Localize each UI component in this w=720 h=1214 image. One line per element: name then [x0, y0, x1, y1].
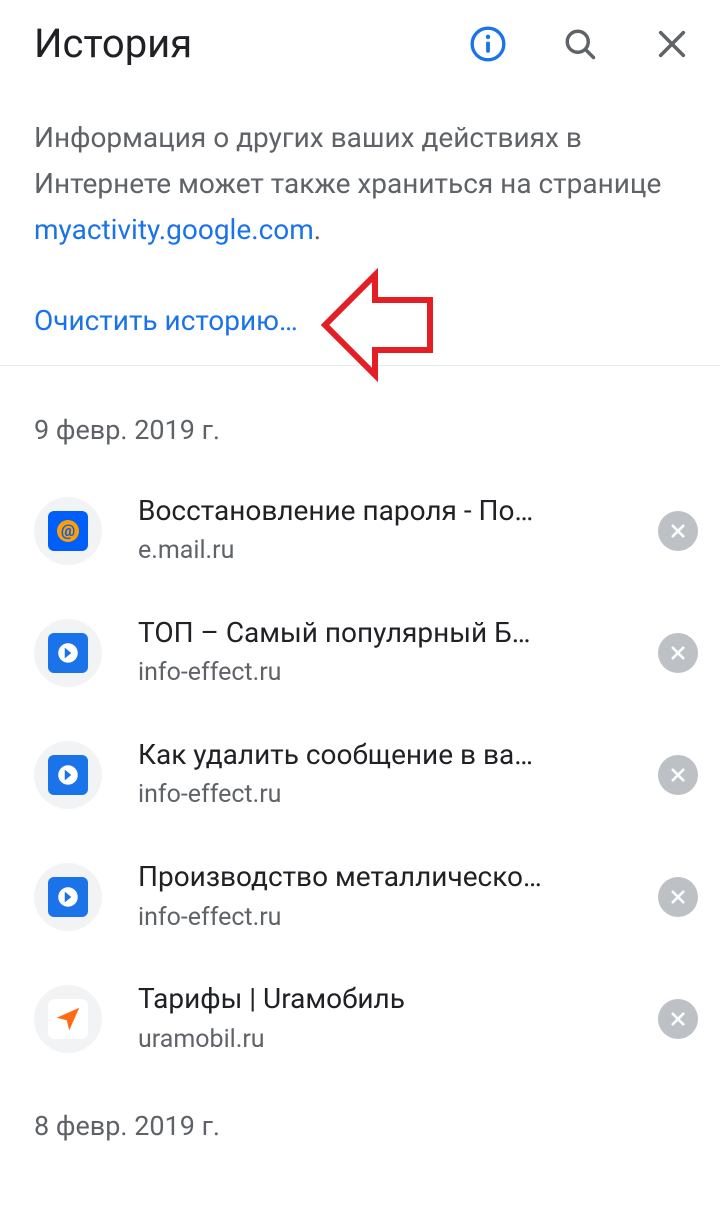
- item-domain: info-effect.ru: [138, 655, 622, 691]
- page-title: История: [34, 20, 460, 67]
- item-domain: info-effect.ru: [138, 900, 622, 936]
- delete-item-button[interactable]: [658, 633, 698, 673]
- myactivity-link[interactable]: myactivity.google.com: [34, 213, 314, 246]
- item-title: ТОП – Самый популярный Б…: [138, 614, 622, 652]
- item-title: Производство металлическо…: [138, 858, 622, 896]
- clear-history-button[interactable]: Очистить историю…: [34, 304, 298, 337]
- nav-icon: [48, 999, 88, 1039]
- svg-text:@: @: [61, 521, 75, 540]
- item-title: Как удалить сообщение в ва…: [138, 736, 622, 774]
- history-item[interactable]: Тарифы | Uraмобиль uramobil.ru: [0, 958, 720, 1080]
- item-domain: uramobil.ru: [138, 1022, 622, 1058]
- close-icon[interactable]: [652, 24, 692, 64]
- arrow-right-icon: [48, 755, 88, 795]
- notice-text: Информация о других ваших действиях в Ин…: [34, 115, 686, 254]
- item-title: Восстановление пароля - По…: [138, 492, 622, 530]
- delete-item-button[interactable]: [658, 877, 698, 917]
- history-item[interactable]: Производство металлическо… info-effect.r…: [0, 836, 720, 958]
- favicon: [34, 985, 102, 1053]
- history-item[interactable]: ТОП – Самый популярный Б… info-effect.ru: [0, 592, 720, 714]
- info-icon[interactable]: [468, 24, 508, 64]
- delete-item-button[interactable]: [658, 511, 698, 551]
- at-icon: @: [48, 511, 88, 551]
- favicon: @: [34, 497, 102, 565]
- item-domain: info-effect.ru: [138, 777, 622, 813]
- search-icon[interactable]: [560, 24, 600, 64]
- delete-item-button[interactable]: [658, 999, 698, 1039]
- favicon: [34, 863, 102, 931]
- item-title: Тарифы | Uraмобиль: [138, 980, 622, 1018]
- history-item[interactable]: @ Восстановление пароля - По… e.mail.ru: [0, 470, 720, 592]
- date-header: 9 февр. 2019 г.: [0, 366, 720, 470]
- history-item[interactable]: Как удалить сообщение в ва… info-effect.…: [0, 714, 720, 836]
- date-header: 8 февр. 2019 г.: [0, 1080, 720, 1166]
- item-domain: e.mail.ru: [138, 533, 622, 569]
- arrow-right-icon: [48, 877, 88, 917]
- favicon: [34, 619, 102, 687]
- favicon: [34, 741, 102, 809]
- delete-item-button[interactable]: [658, 755, 698, 795]
- arrow-right-icon: [48, 633, 88, 673]
